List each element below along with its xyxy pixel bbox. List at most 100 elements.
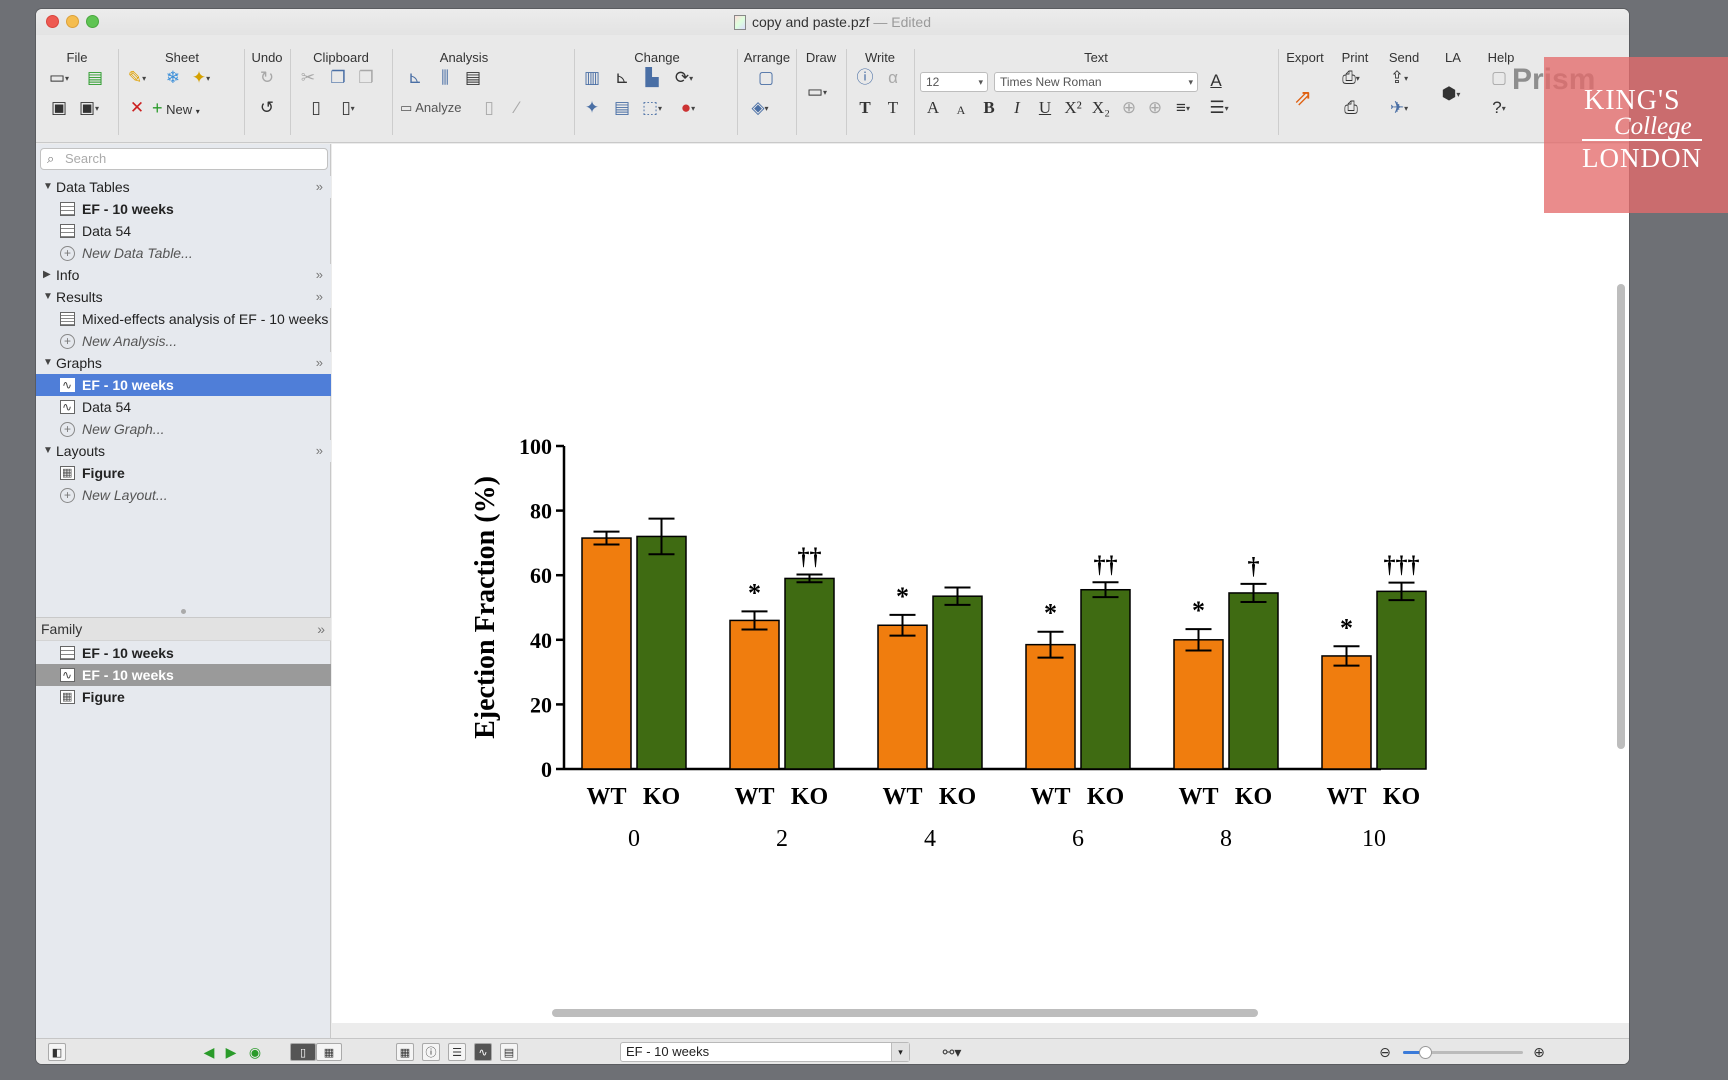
analyze-button[interactable]: ▭ Analyze: [400, 97, 461, 119]
save-icon[interactable]: ▣: [48, 97, 70, 119]
export-graph-icon[interactable]: ⬚▾: [641, 97, 663, 119]
export-icon[interactable]: ⇗: [1292, 87, 1314, 109]
italic-icon[interactable]: I: [1006, 97, 1028, 119]
sidebar-item-data-table[interactable]: EF - 10 weeks: [36, 198, 331, 220]
copy-icon[interactable]: ❐: [327, 67, 349, 89]
send-icon[interactable]: ✈▾: [1388, 97, 1410, 119]
text-icon[interactable]: T: [854, 97, 876, 119]
section-info[interactable]: ▶ Info »: [36, 264, 331, 286]
font-size-select[interactable]: 12 ▾: [920, 72, 988, 92]
new-sheet-button[interactable]: + New ▾: [152, 97, 200, 119]
zoom-slider-knob[interactable]: [1419, 1046, 1432, 1059]
format-icon[interactable]: ▤: [611, 97, 633, 119]
graph-view-icon[interactable]: ∿: [474, 1043, 492, 1061]
sidebar-item-graph[interactable]: Data 54: [36, 396, 331, 418]
open-file-icon[interactable]: ▤: [84, 67, 106, 89]
greek-icon[interactable]: ⊕: [1118, 97, 1140, 119]
group-icon[interactable]: ◈▾: [749, 97, 771, 119]
paste-analysis-icon[interactable]: ▯: [478, 97, 500, 119]
print-preview-icon[interactable]: ⎙: [1340, 97, 1362, 119]
snowflake-icon[interactable]: ❄: [162, 67, 184, 89]
rotate-icon[interactable]: ⟳▾: [673, 67, 695, 89]
info-icon[interactable]: ⓘ: [854, 67, 876, 89]
expand-chevron-icon[interactable]: »: [316, 176, 323, 198]
section-data-tables[interactable]: ▼ Data Tables »: [36, 176, 331, 198]
sheet-selector[interactable]: EF - 10 weeks ▾: [620, 1042, 910, 1062]
sidebar-item-result[interactable]: Mixed-effects analysis of EF - 10 weeks: [36, 308, 331, 330]
new-data-table-link[interactable]: + New Data Table...: [36, 242, 331, 264]
line-spacing-icon[interactable]: ☰▾: [1208, 97, 1230, 119]
magic-wand-icon[interactable]: ✦: [581, 97, 603, 119]
table-analysis-icon[interactable]: ▤: [462, 67, 484, 89]
redo-icon[interactable]: ↻: [256, 67, 278, 89]
search-input[interactable]: ⌕ Search: [40, 148, 328, 170]
undo-icon[interactable]: ↺: [256, 97, 278, 119]
rectangle-icon[interactable]: ▭▾: [806, 81, 828, 103]
close-window-button[interactable]: [46, 15, 59, 28]
zoom-out-icon[interactable]: ⊖: [1376, 1043, 1394, 1061]
new-file-icon[interactable]: ▭▾: [48, 67, 70, 89]
zoom-slider[interactable]: [1403, 1046, 1523, 1059]
align-text-icon[interactable]: ≡▾: [1172, 97, 1194, 119]
text-box-icon[interactable]: T: [882, 97, 904, 119]
pin-icon[interactable]: ✦▾: [190, 67, 212, 89]
tutorial-icon[interactable]: ▢: [1488, 67, 1510, 89]
sidebar-item-graph-selected[interactable]: EF - 10 weeks: [36, 374, 331, 396]
superscript-icon[interactable]: X²: [1062, 97, 1084, 119]
xy-analysis-icon[interactable]: ⊾: [404, 67, 426, 89]
expand-chevron-icon[interactable]: »: [316, 264, 323, 286]
new-graph-link[interactable]: + New Graph...: [36, 418, 331, 440]
save-as-icon[interactable]: ▣▾: [78, 97, 100, 119]
info-view-icon[interactable]: ⓘ: [422, 1043, 440, 1061]
change-graph-type-icon[interactable]: ▥: [581, 67, 603, 89]
section-layouts[interactable]: ▼ Layouts »: [36, 440, 331, 462]
symbol-icon[interactable]: ⊕: [1144, 97, 1166, 119]
family-item-graph-selected[interactable]: EF - 10 weeks: [36, 664, 331, 686]
paste-special-icon[interactable]: ❐: [355, 67, 377, 89]
minimize-window-button[interactable]: [66, 15, 79, 28]
toggle-navigator-icon[interactable]: ◧: [48, 1043, 66, 1061]
alpha-icon[interactable]: α: [882, 67, 904, 89]
increase-font-icon[interactable]: A: [922, 97, 944, 119]
expand-chevron-icon[interactable]: »: [316, 440, 323, 462]
cube-icon[interactable]: ⬢▾: [1440, 83, 1462, 105]
family-item-layout[interactable]: Figure: [36, 686, 331, 708]
family-item-data-table[interactable]: EF - 10 weeks: [36, 642, 331, 664]
wand-icon[interactable]: ⁄: [506, 97, 528, 119]
new-layout-link[interactable]: + New Layout...: [36, 484, 331, 506]
underline-icon[interactable]: U: [1034, 97, 1056, 119]
bold-icon[interactable]: B: [978, 97, 1000, 119]
subscript-icon[interactable]: X₂: [1090, 97, 1112, 119]
text-color-icon[interactable]: A: [1205, 70, 1227, 92]
sidebar-item-layout[interactable]: Figure: [36, 462, 331, 484]
cut-icon[interactable]: ✂: [297, 67, 319, 89]
expand-chevron-icon[interactable]: »: [316, 352, 323, 374]
print-icon[interactable]: ⎙▾: [1340, 67, 1362, 89]
gallery-view-icon[interactable]: ▦: [316, 1043, 342, 1061]
new-analysis-link[interactable]: + New Analysis...: [36, 330, 331, 352]
section-results[interactable]: ▼ Results »: [36, 286, 331, 308]
results-view-icon[interactable]: ☰: [448, 1043, 466, 1061]
link-icon[interactable]: ⚯▾: [936, 1043, 968, 1061]
goto-sheet-icon[interactable]: ◉: [246, 1043, 264, 1061]
color-scheme-icon[interactable]: ●▾: [677, 97, 699, 119]
align-icon[interactable]: ▢: [755, 67, 777, 89]
bar-chart-icon[interactable]: ▙: [641, 67, 663, 89]
data-table-view-icon[interactable]: ▦: [396, 1043, 414, 1061]
expand-chevron-icon[interactable]: »: [317, 618, 325, 640]
previous-sheet-icon[interactable]: ◀: [200, 1043, 218, 1061]
decrease-font-icon[interactable]: A: [950, 99, 972, 121]
column-analysis-icon[interactable]: ⫼: [434, 67, 456, 89]
graph-canvas[interactable]: 0 20 40 60 80 100 Ejection Fraction (%) WT KO 0 * W…: [332, 144, 1629, 1023]
paste-icon[interactable]: ▯: [305, 97, 327, 119]
layout-view-icon[interactable]: ▤: [500, 1043, 518, 1061]
share-icon[interactable]: ⇪▾: [1388, 67, 1410, 89]
section-graphs[interactable]: ▼ Graphs »: [36, 352, 331, 374]
font-name-select[interactable]: Times New Roman ▾: [994, 72, 1198, 92]
paste-options-icon[interactable]: ▯▾: [337, 97, 359, 119]
highlight-icon[interactable]: ✎▾: [126, 67, 148, 89]
zoom-in-icon[interactable]: ⊕: [1530, 1043, 1548, 1061]
sidebar-splitter[interactable]: [36, 607, 331, 617]
single-page-view-icon[interactable]: ▯: [290, 1043, 316, 1061]
axis-icon[interactable]: ⊾: [611, 67, 633, 89]
